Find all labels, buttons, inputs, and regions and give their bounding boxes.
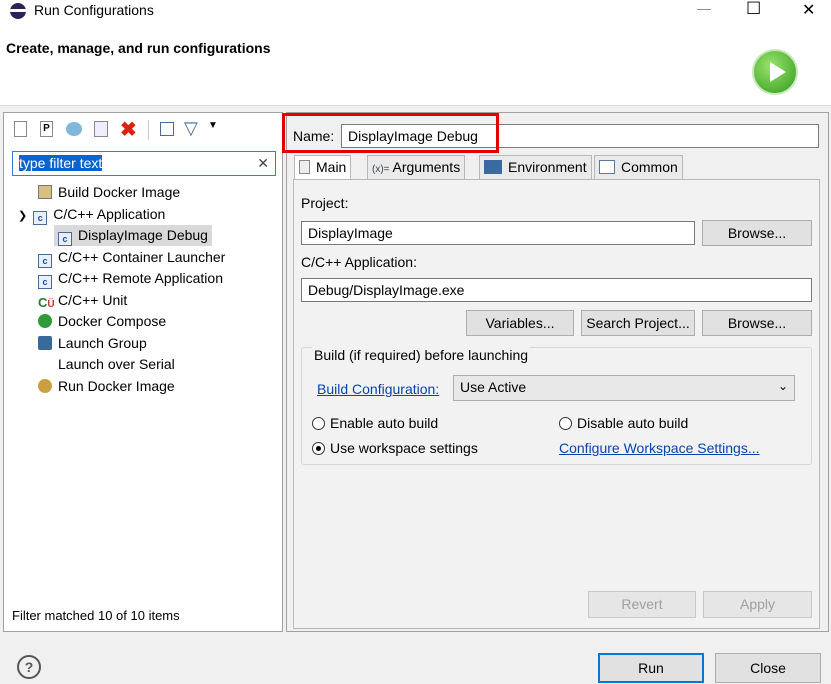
project-label: Project: bbox=[301, 195, 349, 211]
application-input[interactable]: Debug/DisplayImage.exe bbox=[301, 278, 812, 302]
project-browse-button[interactable]: Browse... bbox=[702, 220, 812, 246]
export-icon[interactable] bbox=[94, 121, 108, 137]
c-app-icon: c bbox=[58, 232, 72, 246]
document-icon bbox=[299, 160, 310, 174]
filter-icon[interactable]: ▽ bbox=[184, 118, 198, 139]
apply-button[interactable]: Apply bbox=[703, 591, 812, 618]
common-icon bbox=[599, 160, 615, 174]
left-toolbar: P ✖ ▽ ▼ bbox=[12, 117, 272, 142]
main-tab-content: Project: DisplayImage Browse... C/C++ Ap… bbox=[293, 179, 820, 629]
close-button[interactable]: Close bbox=[715, 653, 821, 683]
dialog-header: Create, manage, and run configurations bbox=[0, 22, 831, 106]
duplicate-icon[interactable] bbox=[66, 122, 82, 136]
eclipse-icon bbox=[10, 3, 26, 19]
use-workspace-settings-radio[interactable]: Use workspace settings bbox=[312, 440, 478, 456]
c-app-icon: c bbox=[38, 275, 52, 289]
tree-item-cpp-unit[interactable]: CÜ C/C++ Unit bbox=[38, 290, 127, 311]
c-app-icon: c bbox=[38, 254, 52, 268]
tab-common[interactable]: Common bbox=[594, 155, 683, 179]
tree-item-launch-over-serial[interactable]: Launch over Serial bbox=[58, 354, 175, 375]
tab-environment[interactable]: Environment bbox=[479, 155, 592, 179]
application-label: C/C++ Application: bbox=[301, 254, 417, 270]
name-highlight-box bbox=[282, 113, 499, 153]
build-configuration-select[interactable]: Use Active ⌄ bbox=[453, 375, 795, 401]
tree-item-docker-compose[interactable]: Docker Compose bbox=[38, 311, 166, 332]
chevron-down-icon[interactable]: ❯ bbox=[18, 210, 27, 222]
tree-item-run-docker-image[interactable]: Run Docker Image bbox=[38, 376, 175, 397]
chevron-down-icon: ⌄ bbox=[777, 379, 788, 393]
c-app-icon: c bbox=[33, 211, 48, 225]
filter-status: Filter matched 10 of 10 items bbox=[12, 608, 180, 623]
enable-auto-build-radio[interactable]: Enable auto build bbox=[312, 415, 438, 431]
run-play-icon bbox=[752, 49, 798, 95]
toolbar-separator bbox=[148, 120, 149, 140]
maximize-button[interactable]: ☐ bbox=[746, 0, 761, 19]
configure-workspace-settings-link[interactable]: Configure Workspace Settings... bbox=[559, 440, 760, 456]
variables-button[interactable]: Variables... bbox=[466, 310, 574, 336]
docker-compose-icon bbox=[38, 314, 52, 328]
filter-text: type filter text bbox=[19, 155, 103, 171]
dropdown-icon[interactable]: ▼ bbox=[208, 120, 218, 131]
application-browse-button[interactable]: Browse... bbox=[702, 310, 812, 336]
project-input[interactable]: DisplayImage bbox=[301, 221, 695, 245]
clear-filter-icon[interactable]: ✕ bbox=[257, 154, 269, 172]
filter-input[interactable]: type filter text ✕ bbox=[12, 151, 276, 176]
tab-arguments[interactable]: (x)= Arguments bbox=[367, 155, 466, 179]
tree-item-remote-application[interactable]: c C/C++ Remote Application bbox=[38, 268, 223, 289]
c-unit-icon: CÜ bbox=[38, 295, 55, 311]
build-group-label: Build (if required) before launching bbox=[312, 347, 531, 363]
delete-icon[interactable]: ✖ bbox=[120, 117, 137, 142]
tree-item-displayimage-debug[interactable]: c DisplayImage Debug bbox=[54, 225, 212, 246]
radio-icon bbox=[559, 417, 572, 430]
new-prototype-icon[interactable]: P bbox=[40, 121, 53, 137]
collapse-all-icon[interactable] bbox=[160, 122, 174, 136]
search-project-button[interactable]: Search Project... bbox=[581, 310, 695, 336]
tree-item-build-docker-image[interactable]: Build Docker Image bbox=[38, 182, 180, 203]
window-title: Run Configurations bbox=[34, 2, 154, 18]
environment-icon bbox=[484, 160, 502, 174]
radio-icon bbox=[312, 417, 325, 430]
radio-selected-icon bbox=[312, 442, 325, 455]
close-window-button[interactable]: ✕ bbox=[802, 0, 815, 20]
minimize-button[interactable]: — bbox=[697, 0, 711, 16]
run-button[interactable]: Run bbox=[598, 653, 704, 683]
help-button[interactable]: ? bbox=[17, 655, 41, 679]
header-title: Create, manage, and run configurations bbox=[6, 40, 271, 56]
build-group: Build (if required) before launching Bui… bbox=[301, 347, 812, 465]
arguments-icon: (x)= bbox=[372, 164, 390, 175]
disable-auto-build-radio[interactable]: Disable auto build bbox=[559, 415, 688, 431]
tree-item-cpp-application[interactable]: ❯ c C/C++ Application bbox=[18, 204, 165, 225]
new-configuration-icon[interactable] bbox=[14, 121, 27, 137]
build-configuration-link[interactable]: Build Configuration: bbox=[317, 381, 439, 397]
configuration-tree: Build Docker Image ❯ c C/C++ Application c… bbox=[4, 182, 282, 412]
configuration-editor: Name: DisplayImage Debug Main (x)= Argume… bbox=[282, 112, 829, 632]
configuration-tree-panel: P ✖ ▽ ▼ type filter text ✕ Build Docker … bbox=[3, 112, 283, 632]
tree-item-container-launcher[interactable]: c C/C++ Container Launcher bbox=[38, 247, 225, 268]
tree-item-launch-group[interactable]: Launch Group bbox=[38, 333, 147, 354]
launch-group-icon bbox=[38, 336, 52, 350]
title-bar: Run Configurations — ☐ ✕ bbox=[0, 0, 831, 22]
docker-run-icon bbox=[38, 379, 52, 393]
docker-build-icon bbox=[38, 185, 52, 199]
tab-main[interactable]: Main bbox=[294, 155, 352, 180]
revert-button[interactable]: Revert bbox=[588, 591, 696, 618]
